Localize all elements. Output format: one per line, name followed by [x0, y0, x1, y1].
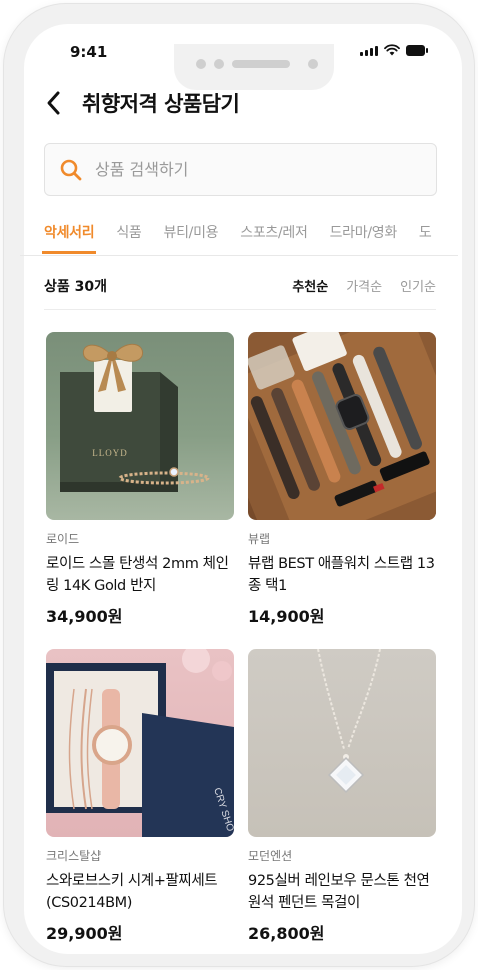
sort-price[interactable]: 가격순	[346, 276, 382, 295]
status-icons	[360, 44, 428, 56]
notch-dot	[214, 59, 224, 69]
product-image[interactable]: LLOYD	[46, 332, 234, 520]
wifi-icon	[384, 44, 400, 56]
status-time: 9:41	[70, 43, 108, 61]
tab-drama-movie[interactable]: 드라마/영화	[330, 222, 398, 254]
product-name[interactable]: 뷰랩 BEST 애플워치 스트랩 13종 택1	[248, 553, 436, 597]
product-price: 14,900원	[248, 607, 325, 626]
notch-dot	[196, 59, 206, 69]
search-input[interactable]	[95, 160, 395, 179]
product-name[interactable]: 925실버 레인보우 문스톤 천연원석 펜던트 목걸이	[248, 870, 436, 914]
product-grid: LLOYD 로이드 로이드 스몰 탄생석 2mm 체인링 14K Gold 반지…	[46, 332, 436, 944]
tab-accessories[interactable]: 악세서리	[41, 222, 97, 254]
header: 취향저격 상품담기	[44, 88, 240, 118]
product-brand: 로이드	[46, 532, 80, 546]
sort-bar: 상품 30개 추천순 가격순 인기순	[44, 262, 436, 310]
product-brand: 뷰랩	[248, 532, 271, 546]
tab-beauty[interactable]: 뷰티/미용	[164, 222, 219, 254]
battery-icon	[406, 45, 428, 56]
device-notch	[174, 44, 334, 90]
product-card[interactable]: 모던엔션 925실버 레인보우 문스톤 천연원석 펜던트 목걸이 26,800원	[248, 649, 436, 944]
tab-food[interactable]: 식품	[116, 222, 141, 254]
product-image[interactable]	[248, 332, 436, 520]
sort-options: 추천순 가격순 인기순	[292, 276, 436, 295]
tab-more[interactable]: 도	[419, 222, 432, 254]
sort-recommended[interactable]: 추천순	[292, 276, 328, 295]
product-card[interactable]: CRY SHO 크리스탈샵 스와로브스키 시계+팔찌세트(CS0214BM) 2…	[46, 649, 234, 944]
sort-popular[interactable]: 인기순	[400, 276, 436, 295]
product-price: 34,900원	[46, 607, 123, 626]
product-name[interactable]: 스와로브스키 시계+팔찌세트(CS0214BM)	[46, 870, 234, 914]
page-title: 취향저격 상품담기	[82, 92, 240, 116]
product-image[interactable]: CRY SHO	[46, 649, 234, 837]
product-card[interactable]: 뷰랩 뷰랩 BEST 애플워치 스트랩 13종 택1 14,900원	[248, 332, 436, 627]
product-price: 29,900원	[46, 924, 123, 943]
product-name[interactable]: 로이드 스몰 탄생석 2mm 체인링 14K Gold 반지	[46, 553, 234, 597]
search-icon	[60, 159, 82, 180]
signal-icon	[360, 46, 378, 56]
product-brand: 모던엔션	[248, 849, 293, 863]
notch-camera	[308, 59, 318, 69]
back-arrow-icon[interactable]	[44, 90, 64, 116]
category-tabs: 악세서리 식품 뷰티/미용 스포츠/레저 드라마/영화 도	[20, 212, 458, 256]
tab-sports[interactable]: 스포츠/레저	[240, 222, 308, 254]
product-image[interactable]	[248, 649, 436, 837]
product-price: 26,800원	[248, 924, 325, 943]
product-brand: 크리스탈샵	[46, 849, 102, 863]
product-card[interactable]: LLOYD 로이드 로이드 스몰 탄생석 2mm 체인링 14K Gold 반지…	[46, 332, 234, 627]
notch-speaker	[232, 60, 290, 68]
product-count: 상품 30개	[44, 278, 107, 295]
search-bar[interactable]	[44, 143, 437, 196]
product-image-text: LLOYD	[92, 448, 128, 458]
